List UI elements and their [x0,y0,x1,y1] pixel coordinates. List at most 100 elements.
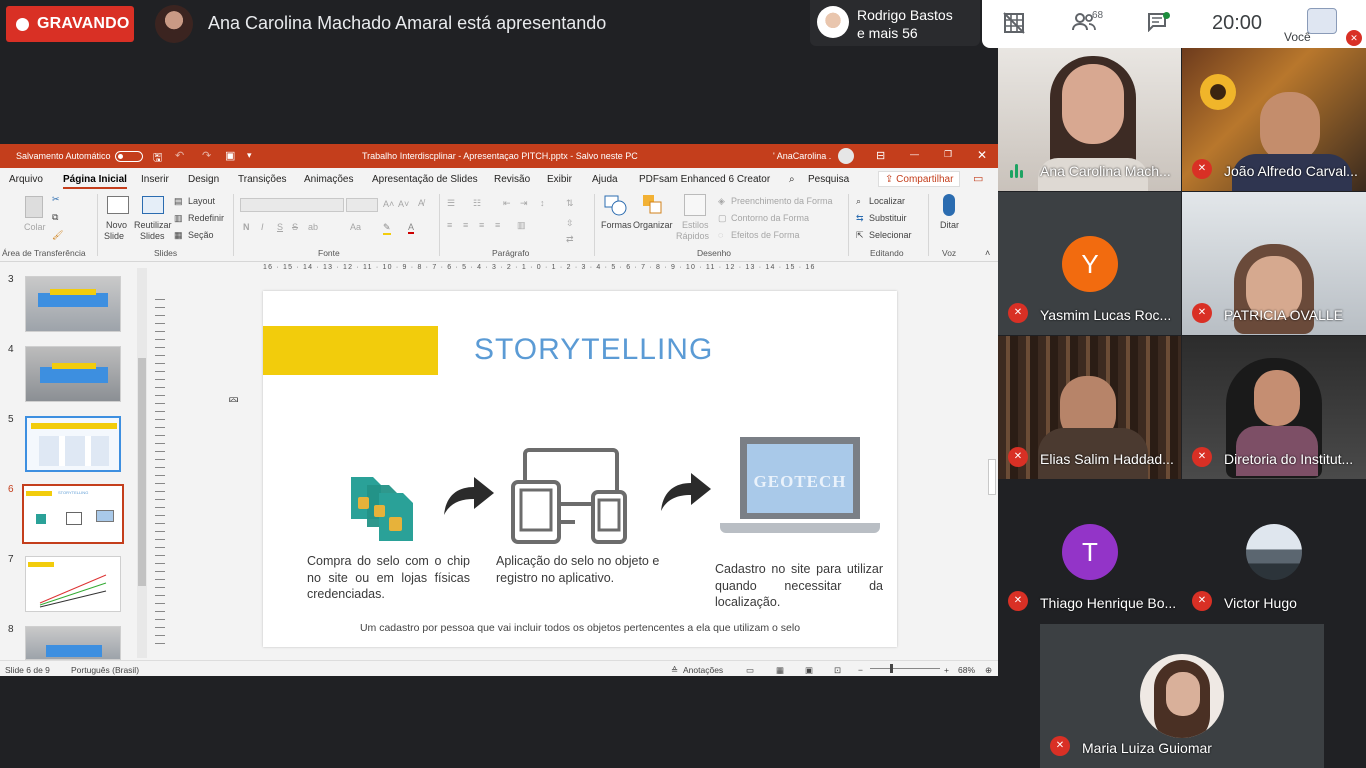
participant-tile-maria-luiza[interactable]: ✕ Maria Luiza Guiomar [1040,624,1324,768]
participant-tile-patricia[interactable]: ✕ PATRICIA OVALLE [1182,192,1366,335]
participant-tile-thiago[interactable]: T ✕ Thiago Henrique Bo... [998,480,1181,623]
find-button[interactable]: Localizar [869,196,905,206]
tab-revisao[interactable]: Revisão [494,174,530,185]
clear-format-icon[interactable]: A̸ [418,198,424,208]
slide-title[interactable]: STORYTELLING [474,333,713,367]
cut-icon[interactable]: ✂ [52,194,60,205]
shape-effects-icon[interactable]: ◌ [718,230,723,240]
notes-icon[interactable]: ≙ [671,665,678,676]
self-avatar[interactable] [1307,8,1337,34]
tab-transicoes[interactable]: Transições [238,174,287,185]
increase-indent-icon[interactable]: ⇥ [520,198,528,209]
shapes-icon[interactable] [604,194,628,216]
section-icon[interactable]: ▦ [174,230,183,241]
grid-off-icon[interactable] [1003,12,1025,40]
mic-off-icon[interactable]: ✕ [1346,30,1362,46]
thumbnails-scrollbar[interactable] [137,268,147,658]
reuse-label-2[interactable]: Slides [140,231,165,241]
italic-icon[interactable]: I [261,222,264,232]
zoom-in-icon[interactable]: + [944,665,949,675]
shape-effects-button[interactable]: Efeitos de Forma [731,230,800,240]
tab-design[interactable]: Design [188,174,219,185]
sorter-view-icon[interactable]: ▦ [776,665,784,676]
save-icon[interactable]: 🖫 [153,149,162,168]
normal-view-icon[interactable]: ▭ [746,665,754,676]
justify-icon[interactable]: ≡ [495,220,500,230]
numbering-icon[interactable]: ☷ [473,198,481,209]
user-avatar[interactable] [838,148,854,164]
participant-tile-yasmim[interactable]: Y ✕ Yasmim Lucas Roc... [998,192,1181,335]
reuse-label[interactable]: Reutilizar [134,220,172,230]
slide-thumbnail-3[interactable] [25,276,121,332]
search-icon[interactable]: ⌕ [789,174,795,185]
language[interactable]: Português (Brasil) [71,665,139,675]
reuse-slides-icon[interactable] [142,196,164,214]
slide-thumbnail-5[interactable] [25,416,121,472]
zoom-slider-thumb[interactable] [890,664,893,673]
participant-tile-elias[interactable]: ✕ Elias Salim Haddad... [998,336,1181,479]
share-button[interactable]: ⇪ Compartilhar [878,171,960,187]
zoom-slider[interactable] [870,668,940,669]
font-color-icon[interactable]: A [408,222,415,234]
quick-styles-label-2[interactable]: Rápidos [676,231,709,241]
notes-button[interactable]: Anotações [683,665,723,675]
new-slide-label-2[interactable]: Slide [104,231,124,241]
collapse-ribbon-icon[interactable]: ˄ [985,248,990,258]
slide-thumbnail-8[interactable] [25,626,121,660]
select-icon[interactable]: ⇱ [856,230,864,241]
reset-icon[interactable]: ▥ [174,213,183,224]
close-icon[interactable]: ✕ [977,148,987,162]
copy-icon[interactable]: ⧉ [52,212,58,223]
maximize-icon[interactable]: ❐ [944,149,952,160]
user-name[interactable]: ' AnaCarolina . [773,151,831,161]
line-spacing-icon[interactable]: ↕ [540,198,545,208]
new-slide-label[interactable]: Novo [106,220,127,230]
select-button[interactable]: Selecionar [869,230,912,240]
arrange-icon[interactable] [642,194,664,216]
undo-icon[interactable]: ↶ [175,149,184,162]
font-size-box[interactable] [346,198,378,212]
autosave-toggle[interactable] [115,151,143,162]
slide-thumbnail-4[interactable] [25,346,121,402]
participant-tile-joao-alfredo[interactable]: ✕ João Alfredo Carval... [1182,48,1366,191]
tab-exibir[interactable]: Exibir [547,174,572,185]
tab-arquivo[interactable]: Arquivo [9,174,43,185]
grow-font-icon[interactable]: A˄ [383,199,394,209]
shape-outline-icon[interactable]: ▢ [718,213,727,224]
shrink-font-icon[interactable]: A˅ [398,199,409,209]
bold-icon[interactable]: N [243,222,250,232]
tab-pdfsam[interactable]: PDFsam Enhanced 6 Creator [639,174,770,185]
tab-inserir[interactable]: Inserir [141,174,169,185]
tab-ajuda[interactable]: Ajuda [592,174,618,185]
arrange-label[interactable]: Organizar [633,220,673,230]
minimize-icon[interactable]: — [910,149,919,159]
align-text-icon[interactable]: ⇳ [566,218,574,229]
align-right-icon[interactable]: ≡ [479,220,484,230]
tab-pesquisa[interactable]: Pesquisa [808,174,849,185]
replace-button[interactable]: Substituir [869,213,907,223]
participant-tile-diretoria[interactable]: ✕ Diretoria do Institut... [1182,336,1366,479]
font-name-box[interactable] [240,198,344,212]
columns-icon[interactable]: ▥ [517,220,526,231]
section-button[interactable]: Seção [188,230,214,240]
tab-apresentacao[interactable]: Apresentação de Slides [372,174,478,185]
change-case-icon[interactable]: Aa [350,222,361,232]
participant-tile-ana-carolina[interactable]: Ana Carolina Mach... [998,48,1181,191]
zoom-out-icon[interactable]: − [858,665,863,675]
new-slide-icon[interactable] [107,196,129,214]
paste-icon[interactable] [25,196,43,218]
dictate-icon[interactable] [943,194,955,216]
underline-icon[interactable]: S [277,222,283,232]
strike-icon[interactable]: S [292,222,298,232]
tab-pagina-inicial[interactable]: Página Inicial [63,174,127,189]
tab-animacoes[interactable]: Animações [304,174,353,185]
slide-canvas[interactable]: STORYTELLING GEOTECH Compra do selo com … [263,291,897,647]
editor-scrollbar[interactable] [987,264,997,650]
customize-qat-icon[interactable]: ▾ [247,150,252,161]
decrease-indent-icon[interactable]: ⇤ [503,198,511,209]
shape-fill-button[interactable]: Preenchimento da Forma [731,196,833,206]
format-painter-icon[interactable]: 🖌 [52,230,63,241]
dictate-button[interactable]: Ditar [940,220,959,230]
shapes-label[interactable]: Formas [601,220,632,230]
reset-button[interactable]: Redefinir [188,213,224,223]
